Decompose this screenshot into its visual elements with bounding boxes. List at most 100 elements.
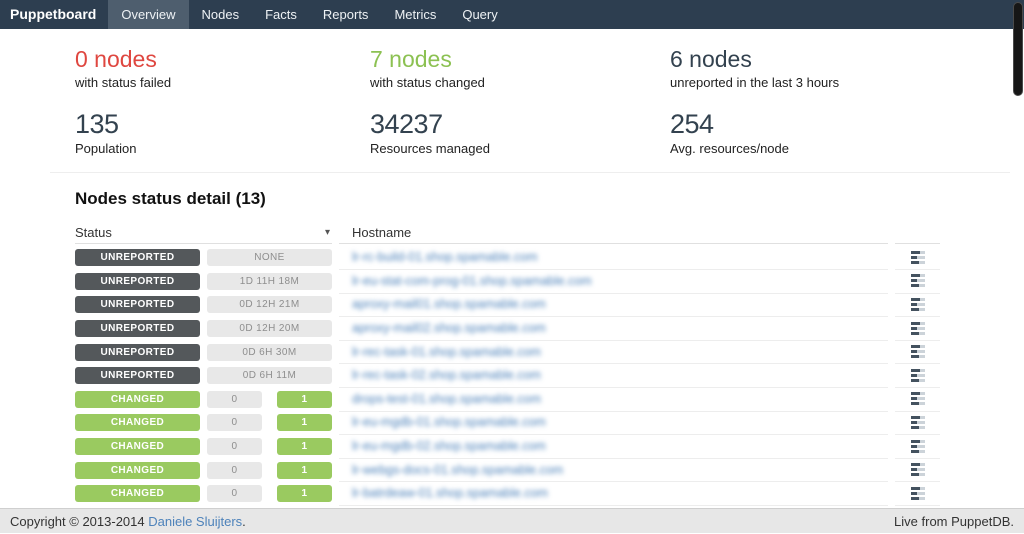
events-changed-badge: 1 (277, 485, 332, 502)
tasks-icon[interactable] (911, 369, 925, 382)
table-header: Status ▾ Hostname (75, 222, 940, 243)
tasks-icon[interactable] (911, 298, 925, 311)
vertical-scrollbar-thumb[interactable] (1013, 2, 1023, 96)
tab-query[interactable]: Query (449, 0, 510, 29)
table-row: UNREPORTED 0D 6H 11M lr-rec-task-02.shop… (75, 364, 940, 388)
hostname-link[interactable]: aproxy-mail01.shop.spamable.com (352, 297, 546, 311)
column-header-hostname[interactable]: Hostname (339, 222, 888, 244)
table-row: UNREPORTED NONE lr-rc-build-01.shop.spam… (75, 246, 940, 270)
hostname-link[interactable]: aproxy-mail02.shop.spamable.com (352, 321, 546, 335)
report-detail-cell: 01 (207, 482, 332, 506)
tab-overview[interactable]: Overview (108, 0, 188, 29)
tab-metrics[interactable]: Metrics (381, 0, 449, 29)
hostname-link[interactable]: lr-webgs-docs-01.shop.spamable.com (352, 463, 563, 477)
stat-failed-caption: with status failed (75, 75, 370, 90)
actions-cell (895, 434, 940, 459)
tab-reports[interactable]: Reports (310, 0, 382, 29)
actions-cell (895, 411, 940, 436)
hostname-column-label: Hostname (352, 225, 411, 240)
actions-cell (895, 458, 940, 483)
stats-row-bottom: 135 Population 34237 Resources managed 2… (75, 110, 1024, 156)
stat-population-value: 135 (75, 110, 370, 138)
events-changed-badge: 1 (277, 438, 332, 455)
actions-cell (895, 340, 940, 365)
hostname-cell: lr-rec-task-01.shop.spamable.com (339, 340, 888, 365)
stat-changed-caption: with status changed (370, 75, 670, 90)
report-detail-cell: 1D 11H 18M (207, 270, 332, 294)
copyright-text: Copyright © 2013-2014 Daniele Sluijters. (10, 509, 246, 533)
events-skipped-badge: 0 (207, 462, 262, 479)
hostname-link[interactable]: lr-eu-stat-com-prog-01.shop.spamable.com (352, 274, 592, 288)
hostname-link[interactable]: lr-rc-build-01.shop.spamable.com (352, 250, 538, 264)
hostname-link[interactable]: drops-test-01.shop.spamable.com (352, 392, 541, 406)
hostname-cell: lr-webgs-docs-01.shop.spamable.com (339, 458, 888, 483)
report-age-badge: 0D 12H 20M (207, 320, 332, 337)
hostname-link[interactable]: lr-batrdeaw-01.shop.spamable.com (352, 486, 548, 500)
hostname-link[interactable]: lr-eu-mgdb-02.shop.spamable.com (352, 439, 546, 453)
stat-failed: 0 nodes with status failed (75, 46, 370, 90)
tasks-icon[interactable] (911, 322, 925, 335)
status-cell: CHANGED (75, 388, 200, 412)
tasks-icon[interactable] (911, 251, 925, 264)
status-badge: UNREPORTED (75, 344, 200, 361)
tasks-icon[interactable] (911, 345, 925, 358)
puppetdb-status-text: Live from PuppetDB. (894, 509, 1014, 533)
actions-cell (895, 269, 940, 294)
status-badge: CHANGED (75, 414, 200, 431)
hostname-cell: lr-rc-build-01.shop.spamable.com (339, 246, 888, 271)
actions-cell (895, 481, 940, 506)
events-changed-badge: 1 (277, 414, 332, 431)
navbar: Puppetboard Overview Nodes Facts Reports… (0, 0, 1024, 29)
hostname-link[interactable]: lr-rec-task-01.shop.spamable.com (352, 345, 541, 359)
stat-unreported-caption: unreported in the last 3 hours (670, 75, 1024, 90)
status-cell: CHANGED (75, 411, 200, 435)
hostname-cell: lr-eu-mgdb-02.shop.spamable.com (339, 434, 888, 459)
actions-cell (895, 293, 940, 318)
actions-cell (895, 316, 940, 341)
tasks-icon[interactable] (911, 487, 925, 500)
hostname-link[interactable]: lr-rec-task-02.shop.spamable.com (352, 368, 541, 382)
status-cell: UNREPORTED (75, 270, 200, 294)
report-age-badge: 0D 6H 11M (207, 367, 332, 384)
hostname-cell: lr-eu-mgdb-01.shop.spamable.com (339, 411, 888, 436)
section-divider (50, 172, 1010, 173)
status-badge: CHANGED (75, 485, 200, 502)
sort-caret-icon[interactable]: ▾ (325, 227, 330, 238)
report-detail-cell: 0D 12H 21M (207, 293, 332, 317)
table-row: CHANGED 01 lr-eu-mgdb-02.shop.spamable.c… (75, 435, 940, 459)
hostname-link[interactable]: lr-eu-mgdb-01.shop.spamable.com (352, 415, 546, 429)
tasks-icon[interactable] (911, 440, 925, 453)
table-row: CHANGED 01 lr-webgs-docs-01.shop.spamabl… (75, 458, 940, 482)
tab-nodes[interactable]: Nodes (189, 0, 253, 29)
report-detail-cell: 0D 6H 11M (207, 364, 332, 388)
brand-link[interactable]: Puppetboard (0, 0, 108, 29)
report-age-badge: 0D 6H 30M (207, 344, 332, 361)
report-detail-cell: 01 (207, 435, 332, 459)
table-row: CHANGED 01 lr-eu-mgdb-01.shop.spamable.c… (75, 411, 940, 435)
tasks-icon[interactable] (911, 463, 925, 476)
status-cell: CHANGED (75, 458, 200, 482)
nodes-table: Status ▾ Hostname UNREPORTED NONE lr-rc-… (75, 222, 940, 506)
status-badge: UNREPORTED (75, 273, 200, 290)
status-badge: CHANGED (75, 391, 200, 408)
stat-failed-value: 0 nodes (75, 46, 370, 72)
stats-row-top: 0 nodes with status failed 7 nodes with … (75, 46, 1024, 90)
tab-facts[interactable]: Facts (252, 0, 310, 29)
stat-changed-value: 7 nodes (370, 46, 670, 72)
author-link[interactable]: Daniele Sluijters (148, 514, 242, 529)
tasks-icon[interactable] (911, 416, 925, 429)
report-age-badge: 0D 12H 21M (207, 296, 332, 313)
stat-unreported-value: 6 nodes (670, 46, 1024, 72)
status-badge: CHANGED (75, 438, 200, 455)
column-header-status[interactable]: Status ▾ (75, 222, 332, 244)
status-cell: UNREPORTED (75, 340, 200, 364)
column-header-actions (895, 222, 940, 244)
tasks-icon[interactable] (911, 392, 925, 405)
events-skipped-badge: 0 (207, 438, 262, 455)
tasks-icon[interactable] (911, 274, 925, 287)
hostname-cell: aproxy-mail01.shop.spamable.com (339, 293, 888, 318)
hostname-cell: lr-rec-task-02.shop.spamable.com (339, 363, 888, 388)
table-row: CHANGED 01 lr-batrdeaw-01.shop.spamable.… (75, 482, 940, 506)
stat-unreported: 6 nodes unreported in the last 3 hours (670, 46, 1024, 90)
events-changed-badge: 1 (277, 462, 332, 479)
